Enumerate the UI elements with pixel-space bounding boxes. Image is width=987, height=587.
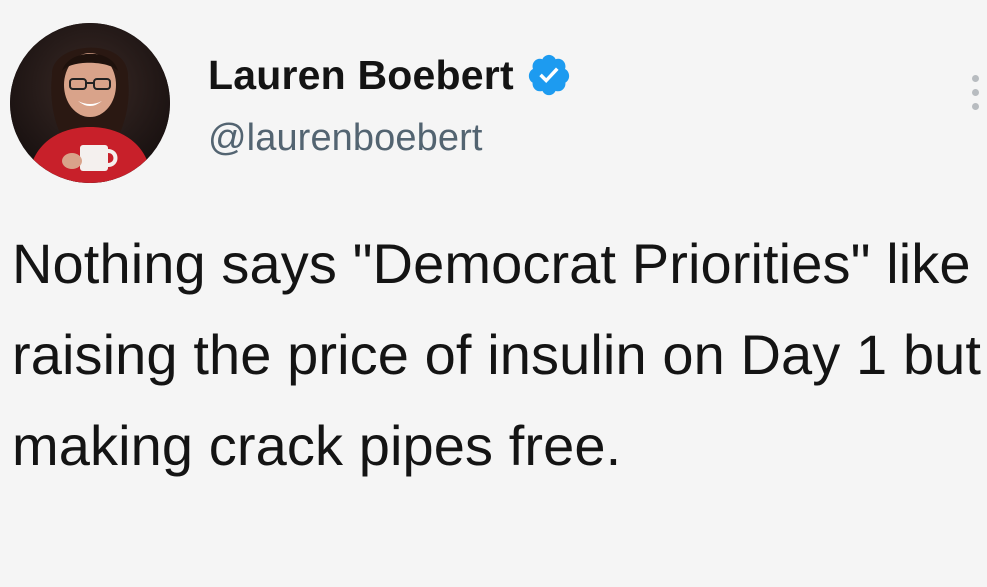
- tweet-card: Lauren Boebert @laurenboebert Nothing sa…: [0, 0, 987, 587]
- author-handle[interactable]: @laurenboebert: [208, 117, 483, 160]
- tweet-header: Lauren Boebert @laurenboebert: [10, 23, 980, 188]
- verified-badge-icon: [526, 52, 572, 98]
- avatar-photo-icon: [10, 23, 170, 183]
- author-name-row: Lauren Boebert: [208, 47, 572, 103]
- author-display-name[interactable]: Lauren Boebert: [208, 52, 514, 99]
- more-options-icon[interactable]: [970, 75, 980, 115]
- avatar[interactable]: [10, 23, 170, 183]
- tweet-text: Nothing says "Democrat Priorities" like …: [12, 232, 982, 477]
